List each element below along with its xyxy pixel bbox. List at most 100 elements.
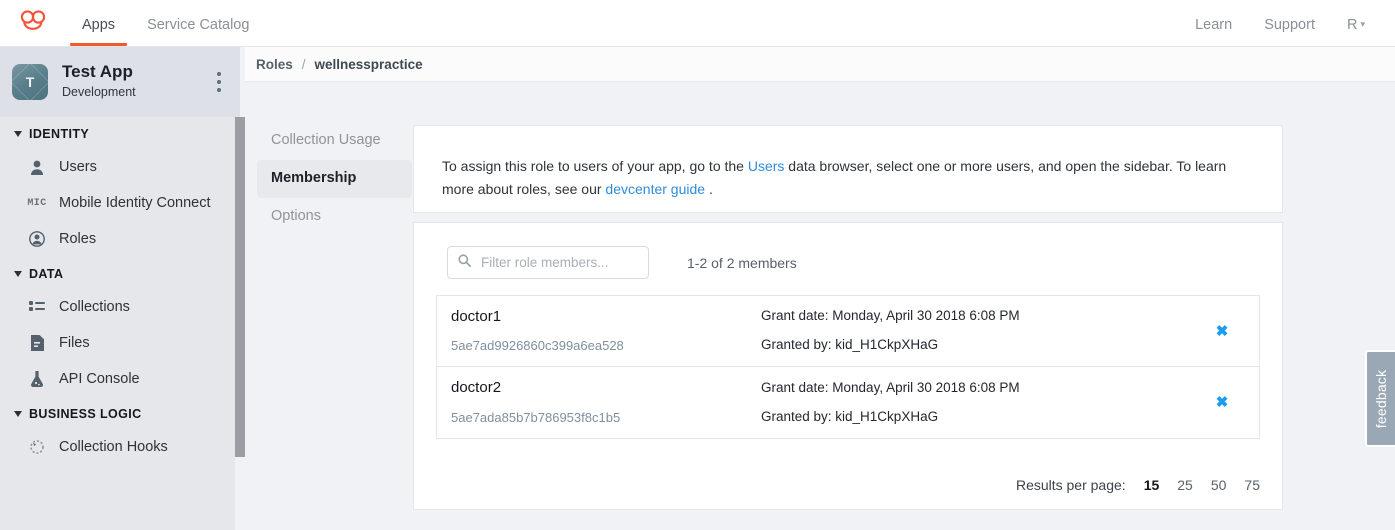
sidebar-item-files-label: Files — [59, 335, 90, 351]
members-list: doctor1 5ae7ad9926860c399a6ea528 Grant d… — [436, 295, 1260, 439]
member-identity-cell: doctor2 5ae7ada85b7b786953f8c1b5 — [451, 380, 761, 425]
tab-options-label: Options — [271, 207, 321, 224]
breadcrumb: Roles / wellnesspractice — [245, 47, 1395, 82]
sidebar-item-collections-label: Collections — [59, 299, 130, 315]
tab-membership-label: Membership — [271, 169, 357, 186]
results-per-page-25[interactable]: 25 — [1177, 477, 1193, 493]
feedback-tab[interactable]: feedback — [1365, 350, 1395, 447]
secondary-nav: Learn Support R ▾ — [1179, 0, 1395, 46]
filter-members-input[interactable] — [481, 255, 638, 270]
table-row[interactable]: doctor1 5ae7ad9926860c399a6ea528 Grant d… — [437, 296, 1259, 367]
filter-members-searchbox[interactable] — [447, 246, 649, 279]
topnav-item-apps[interactable]: Apps — [66, 16, 131, 47]
user-icon — [28, 158, 46, 176]
banner-text-part1: To assign this role to users of your app… — [442, 158, 744, 174]
member-actions-cell: ✖ — [1185, 395, 1259, 410]
member-user-id[interactable]: 5ae7ad9926860c399a6ea528 — [451, 338, 761, 353]
feedback-tab-label: feedback — [1373, 369, 1390, 428]
breadcrumb-current-role[interactable]: wellnesspractice — [315, 57, 423, 72]
results-per-page-15[interactable]: 15 — [1144, 477, 1160, 493]
sidebar-group-business-logic[interactable]: BUSINESS LOGIC — [0, 397, 235, 429]
sidebar-item-roles-label: Roles — [59, 231, 97, 247]
users-link[interactable]: Users — [748, 158, 785, 174]
flask-icon — [28, 370, 46, 388]
members-count-label: 1-2 of 2 members — [687, 254, 797, 271]
sidebar-item-users-label: Users — [59, 159, 97, 175]
top-navigation-bar: Apps Service Catalog Learn Support R ▾ — [0, 0, 1395, 47]
breadcrumb-roles[interactable]: Roles — [256, 57, 293, 72]
results-per-page-label: Results per page: — [1015, 477, 1126, 493]
tab-collection-usage-label: Collection Usage — [271, 132, 381, 148]
sidebar-item-api-console-label: API Console — [59, 371, 140, 387]
results-per-page: Results per page: 15 25 50 75 — [1016, 477, 1260, 493]
members-filter-row: 1-2 of 2 members — [414, 223, 1282, 279]
member-actions-cell: ✖ — [1185, 324, 1259, 339]
member-identity-cell: doctor1 5ae7ad9926860c399a6ea528 — [451, 307, 761, 353]
member-grant-cell: Grant date: Monday, April 30 2018 6:08 P… — [761, 379, 1185, 425]
tab-collection-usage[interactable]: Collection Usage — [257, 122, 412, 160]
sidebar-group-identity[interactable]: IDENTITY — [0, 117, 235, 149]
sidebar-item-collection-hooks-label: Collection Hooks — [59, 439, 168, 455]
app-environment: Development — [62, 84, 136, 99]
primary-nav: Apps Service Catalog — [66, 0, 265, 46]
search-icon — [458, 253, 472, 272]
sidebar-group-identity-label: IDENTITY — [29, 127, 90, 141]
topnav-service-catalog-label: Service Catalog — [147, 16, 250, 33]
member-grant-cell: Grant date: Monday, April 30 2018 6:08 P… — [761, 308, 1185, 353]
role-avatar-icon — [28, 230, 46, 248]
topnav-item-learn[interactable]: Learn — [1179, 16, 1248, 47]
tab-options[interactable]: Options — [257, 198, 412, 236]
kebab-menu-icon[interactable] — [208, 62, 230, 102]
mic-icon: MIC — [27, 197, 47, 209]
info-banner: To assign this role to users of your app… — [413, 125, 1283, 213]
breadcrumb-separator: / — [301, 56, 306, 72]
remove-member-icon[interactable]: ✖ — [1216, 395, 1229, 410]
caret-down-icon — [14, 411, 22, 417]
member-username: doctor1 — [451, 307, 502, 325]
topnav-item-service-catalog[interactable]: Service Catalog — [131, 16, 265, 47]
app-title: Test App — [62, 62, 133, 82]
sidebar-item-files[interactable]: Files — [0, 325, 235, 361]
topnav-apps-label: Apps — [82, 16, 116, 33]
sidebar-item-collection-hooks[interactable]: Collection Hooks — [0, 429, 235, 465]
remove-member-icon[interactable]: ✖ — [1216, 324, 1229, 339]
list-icon — [28, 298, 46, 316]
member-user-id[interactable]: 5ae7ada85b7b786953f8c1b5 — [451, 410, 761, 425]
sidebar-item-collections[interactable]: Collections — [0, 289, 235, 325]
sidebar-group-business-logic-label: BUSINESS LOGIC — [29, 407, 142, 421]
member-grant-date: Grant date: Monday, April 30 2018 6:08 P… — [761, 308, 1020, 324]
sidebar-item-mobile-identity-connect[interactable]: MIC Mobile Identity Connect — [0, 185, 235, 221]
member-granted-by: Granted by: kid_H1CkpXHaG — [761, 337, 939, 352]
caret-down-icon — [14, 131, 22, 137]
table-row[interactable]: doctor2 5ae7ada85b7b786953f8c1b5 Grant d… — [437, 367, 1259, 438]
sidebar-group-data-label: DATA — [29, 267, 64, 281]
sidebar-item-roles[interactable]: Roles — [0, 221, 235, 257]
sidebar-group-data[interactable]: DATA — [0, 257, 235, 289]
kinvey-logo-icon[interactable] — [0, 0, 66, 46]
topnav-support-label: Support — [1264, 16, 1315, 33]
topnav-learn-label: Learn — [1195, 16, 1233, 33]
member-username: doctor2 — [451, 379, 502, 397]
devcenter-guide-link[interactable]: devcenter guide — [605, 181, 705, 197]
results-per-page-50[interactable]: 50 — [1211, 477, 1227, 493]
app-header-text: Test App Development — [62, 62, 208, 101]
sidebar-item-api-console[interactable]: API Console — [0, 361, 235, 397]
app-header: T Test App Development — [0, 47, 240, 117]
sidebar-scrollbar-thumb[interactable] — [235, 117, 245, 457]
info-banner-text: To assign this role to users of your app… — [442, 155, 1254, 200]
tab-membership[interactable]: Membership — [257, 159, 412, 198]
banner-text-part3: . — [708, 180, 713, 197]
account-menu[interactable]: R ▾ — [1331, 16, 1381, 47]
results-per-page-75[interactable]: 75 — [1244, 477, 1260, 493]
chevron-down-icon: ▾ — [1360, 19, 1365, 30]
app-avatar: T — [12, 64, 48, 100]
hook-icon — [28, 438, 46, 456]
account-initial: R — [1346, 16, 1358, 33]
caret-down-icon — [14, 271, 22, 277]
member-granted-by: Granted by: kid_H1CkpXHaG — [761, 408, 939, 424]
sidebar: IDENTITY Users MIC Mobile Identity Conne… — [0, 117, 235, 530]
topnav-item-support[interactable]: Support — [1248, 16, 1331, 47]
sidebar-item-users[interactable]: Users — [0, 149, 235, 185]
app-avatar-initial: T — [25, 74, 35, 90]
member-grant-date: Grant date: Monday, April 30 2018 6:08 P… — [761, 379, 1020, 395]
